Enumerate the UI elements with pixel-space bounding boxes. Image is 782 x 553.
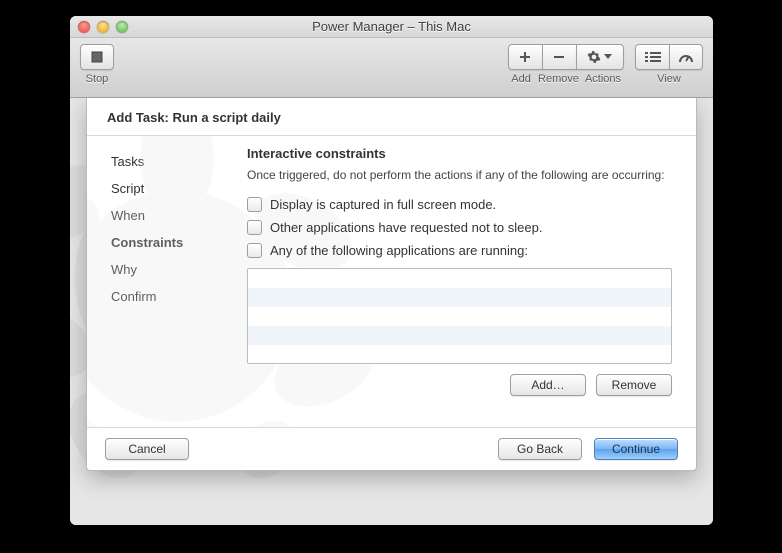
remove-event-button[interactable] <box>542 44 576 70</box>
continue-button[interactable]: Continue <box>594 438 678 460</box>
check-label-nosleep: Other applications have requested not to… <box>270 220 542 235</box>
stop-button[interactable] <box>80 44 114 70</box>
add-event-button[interactable] <box>508 44 542 70</box>
sidebar-item-constraints[interactable]: Constraints <box>111 229 237 256</box>
actions-button[interactable] <box>576 44 624 70</box>
task-sheet: Add Task: Run a script daily Tasks Scrip… <box>86 98 697 471</box>
sheet-title: Add Task: Run a script daily <box>87 98 696 136</box>
window-close-button[interactable] <box>78 21 90 33</box>
chevron-down-icon <box>604 54 612 60</box>
view-caption: View <box>657 73 681 85</box>
toolbar-view-group: View <box>635 44 703 85</box>
view-gauge-button[interactable] <box>669 44 703 70</box>
toolbar: Stop Add Remove Actions <box>70 38 713 98</box>
app-window: Power Manager – This Mac Stop <box>70 16 713 525</box>
checkbox-fullscreen[interactable] <box>247 197 262 212</box>
check-row-nosleep: Other applications have requested not to… <box>247 216 672 239</box>
pane-description: Once triggered, do not perform the actio… <box>247 167 672 183</box>
list-row <box>248 288 671 307</box>
applications-list[interactable] <box>247 268 672 364</box>
go-back-button[interactable]: Go Back <box>498 438 582 460</box>
list-row <box>248 345 671 364</box>
sidebar-item-tasks[interactable]: Tasks <box>111 148 237 175</box>
view-list-button[interactable] <box>635 44 669 70</box>
content-area: Add Task: Run a script daily Tasks Scrip… <box>70 98 713 525</box>
traffic-lights <box>70 21 128 33</box>
check-row-fullscreen: Display is captured in full screen mode. <box>247 193 672 216</box>
checkbox-nosleep[interactable] <box>247 220 262 235</box>
check-label-fullscreen: Display is captured in full screen mode. <box>270 197 496 212</box>
check-row-apps: Any of the following applications are ru… <box>247 239 672 262</box>
list-row <box>248 269 671 288</box>
check-label-apps: Any of the following applications are ru… <box>270 243 528 258</box>
titlebar: Power Manager – This Mac <box>70 16 713 38</box>
gear-icon <box>587 50 601 64</box>
toolbar-arq-group: Add Remove Actions <box>504 44 627 85</box>
remove-app-button[interactable]: Remove <box>596 374 672 396</box>
add-app-button[interactable]: Add… <box>510 374 586 396</box>
sheet-footer: Cancel Go Back Continue <box>87 427 696 470</box>
cancel-button[interactable]: Cancel <box>105 438 189 460</box>
window-title: Power Manager – This Mac <box>70 19 713 34</box>
sidebar-item-when[interactable]: When <box>111 202 237 229</box>
add-caption: Add <box>504 73 538 85</box>
plus-icon <box>519 51 531 63</box>
sheet-sidebar: Tasks Script When Constraints Why Confir… <box>87 136 237 427</box>
window-zoom-button[interactable] <box>116 21 128 33</box>
sidebar-item-confirm[interactable]: Confirm <box>111 283 237 310</box>
gauge-icon <box>678 51 694 63</box>
sidebar-item-why[interactable]: Why <box>111 256 237 283</box>
list-row <box>248 307 671 326</box>
checkbox-apps[interactable] <box>247 243 262 258</box>
stop-icon <box>91 51 103 63</box>
remove-caption: Remove <box>538 73 579 85</box>
window-minimize-button[interactable] <box>97 21 109 33</box>
toolbar-stop-group: Stop <box>80 44 114 85</box>
minus-icon <box>553 51 565 63</box>
sidebar-item-script[interactable]: Script <box>111 175 237 202</box>
pane-heading: Interactive constraints <box>247 146 672 161</box>
list-icon <box>645 51 661 63</box>
list-row <box>248 326 671 345</box>
stop-label: Stop <box>86 73 109 85</box>
constraints-pane: Interactive constraints Once triggered, … <box>237 136 696 427</box>
actions-caption: Actions <box>579 73 627 85</box>
